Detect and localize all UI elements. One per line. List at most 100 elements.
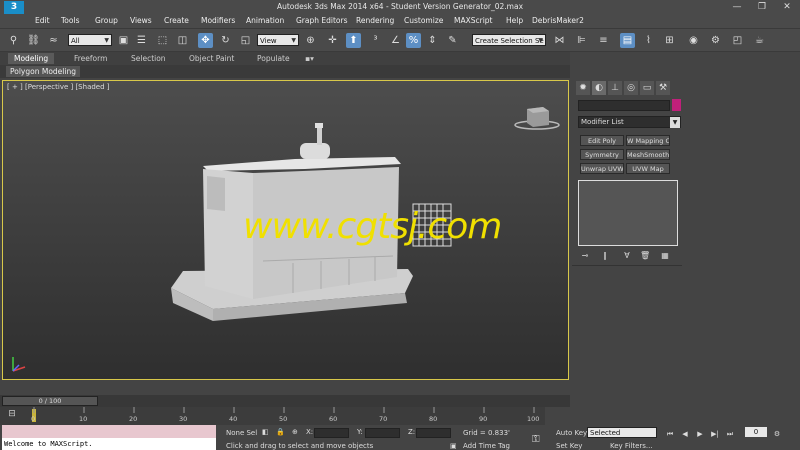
select-by-name-icon[interactable]: ☰ xyxy=(134,33,149,48)
utilities-tab-icon[interactable]: ⚒ xyxy=(656,81,670,95)
select-and-scale-icon[interactable]: ◱ xyxy=(238,33,253,48)
close-button[interactable]: ✕ xyxy=(775,0,799,15)
time-configuration-icon[interactable]: ⚙ xyxy=(772,429,782,439)
exhaust-muffler[interactable] xyxy=(300,123,330,159)
set-key-button[interactable]: Set Key xyxy=(556,442,582,450)
modifier-list-dropdown[interactable]: Modifier List ▼ xyxy=(578,116,681,128)
display-tab-icon[interactable]: ▭ xyxy=(640,81,654,95)
align-icon[interactable]: ⊫ xyxy=(574,33,589,48)
menu-customize[interactable]: Customize xyxy=(404,16,443,25)
create-tab-icon[interactable]: ✹ xyxy=(576,81,590,95)
remove-modifier-icon[interactable]: 🗑 xyxy=(640,250,650,261)
go-to-start-icon[interactable]: ⏮ xyxy=(665,429,675,439)
unwrap-uvw-button[interactable]: Unwrap UVW xyxy=(580,163,624,174)
edit-named-selection-icon[interactable]: ✎ xyxy=(445,33,460,48)
selection-filter-dropdown[interactable]: All ▼ xyxy=(68,34,112,46)
play-icon[interactable]: ▶ xyxy=(695,429,705,439)
hierarchy-tab-icon[interactable]: ⊥ xyxy=(608,81,622,95)
meshsmooth-button[interactable]: MeshSmooth xyxy=(626,149,670,160)
pin-stack-icon[interactable]: ⊸ xyxy=(580,250,590,261)
key-icon[interactable]: ⚿ xyxy=(532,434,540,445)
keyboard-shortcut-override-icon[interactable]: ⬆ xyxy=(346,33,361,48)
polygon-modeling-panel[interactable]: Polygon Modeling xyxy=(6,66,80,77)
maxscript-mini-listener[interactable] xyxy=(2,425,216,438)
isolate-selection-icon[interactable]: ◧ xyxy=(262,428,269,436)
curve-editor-icon[interactable]: ⌇ xyxy=(641,33,656,48)
z-coordinate-field[interactable] xyxy=(416,428,451,438)
bind-space-warp-icon[interactable]: ≈ xyxy=(46,33,61,48)
menu-debrismaker2[interactable]: DebrisMaker2 xyxy=(532,16,584,25)
key-filters-button[interactable]: Key Filters... xyxy=(610,442,653,450)
show-end-result-icon[interactable]: ∥ xyxy=(600,250,610,261)
modifier-stack[interactable] xyxy=(578,180,678,246)
material-editor-icon[interactable]: ◉ xyxy=(686,33,701,48)
mini-curve-editor-icon[interactable]: ⊟ xyxy=(4,409,20,421)
unlink-icon[interactable]: ⛓ xyxy=(26,33,41,48)
rendered-frame-window-icon[interactable]: ◰ xyxy=(730,33,745,48)
object-color-swatch[interactable] xyxy=(672,99,681,111)
menu-tools[interactable]: Tools xyxy=(61,16,79,25)
x-coordinate-field[interactable] xyxy=(314,428,349,438)
tab-freeform[interactable]: Freeform xyxy=(74,54,107,63)
absolute-transform-icon[interactable]: ⊕ xyxy=(292,428,298,436)
modify-tab-icon[interactable]: ◐ xyxy=(592,81,606,95)
symmetry-button[interactable]: Symmetry xyxy=(580,149,624,160)
menu-modifiers[interactable]: Modifiers xyxy=(201,16,235,25)
edit-poly-button[interactable]: Edit Poly xyxy=(580,135,624,146)
pivot-center-icon[interactable]: ⊕ xyxy=(303,33,318,48)
menu-rendering[interactable]: Rendering xyxy=(356,16,394,25)
named-selection-dropdown[interactable]: Create Selection Se ▼ xyxy=(472,34,546,46)
tab-modeling[interactable]: Modeling xyxy=(8,53,55,64)
tab-selection[interactable]: Selection xyxy=(131,54,166,63)
reference-coordinate-dropdown[interactable]: View ▼ xyxy=(257,34,299,46)
viewcube-icon[interactable] xyxy=(514,107,560,130)
mirror-icon[interactable]: ⋈ xyxy=(552,33,567,48)
menu-maxscript[interactable]: MAXScript xyxy=(454,16,493,25)
tab-populate[interactable]: Populate xyxy=(257,54,290,63)
time-slider[interactable]: 0 / 100 xyxy=(2,396,98,406)
ribbon-options-icon[interactable]: ▪▾ xyxy=(305,54,314,63)
previous-frame-icon[interactable]: ◀ xyxy=(680,429,690,439)
menu-animation[interactable]: Animation xyxy=(246,16,284,25)
maxscript-output[interactable]: Welcome to MAXScript. xyxy=(2,438,216,450)
render-production-icon[interactable]: ☕ xyxy=(752,33,767,48)
next-frame-icon[interactable]: ▶| xyxy=(710,429,720,439)
add-time-tag[interactable]: Add Time Tag xyxy=(463,442,510,450)
uvw-map-button[interactable]: UVW Map xyxy=(626,163,670,174)
minimize-button[interactable]: — xyxy=(725,0,749,15)
perspective-viewport[interactable]: [ + ] [Perspective ] [Shaded ] www.cgtsj… xyxy=(2,80,569,380)
tab-object-paint[interactable]: Object Paint xyxy=(189,54,234,63)
go-to-end-icon[interactable]: ⏭ xyxy=(725,429,735,439)
uvw-mapping-clear-button[interactable]: W Mapping Cl xyxy=(626,135,670,146)
select-and-move-icon[interactable]: ✥ xyxy=(198,33,213,48)
menu-graph-editors[interactable]: Graph Editors xyxy=(296,16,348,25)
object-name-field[interactable] xyxy=(578,100,670,111)
link-icon[interactable]: ⚲ xyxy=(6,33,21,48)
selection-lock-icon[interactable]: 🔒 xyxy=(276,428,285,436)
select-object-icon[interactable]: ▣ xyxy=(116,33,131,48)
menu-help[interactable]: Help xyxy=(506,16,523,25)
y-coordinate-field[interactable] xyxy=(365,428,400,438)
time-tag-icon[interactable]: ▣ xyxy=(450,442,457,450)
key-selection-dropdown[interactable]: Selected xyxy=(587,427,657,438)
auto-key-button[interactable]: Auto Key xyxy=(556,429,587,437)
render-setup-icon[interactable]: ⚙ xyxy=(708,33,723,48)
menu-edit[interactable]: Edit xyxy=(35,16,50,25)
select-and-rotate-icon[interactable]: ↻ xyxy=(218,33,233,48)
menu-views[interactable]: Views xyxy=(130,16,152,25)
select-and-manipulate-icon[interactable]: ✛ xyxy=(325,33,340,48)
menu-group[interactable]: Group xyxy=(95,16,118,25)
layer-manager-icon[interactable]: ≡ xyxy=(596,33,611,48)
snaps-toggle-icon[interactable]: ³ xyxy=(368,33,383,48)
angle-snap-icon[interactable]: ∠ xyxy=(388,33,403,48)
schematic-view-icon[interactable]: ⊞ xyxy=(662,33,677,48)
window-crossing-icon[interactable]: ◫ xyxy=(175,33,190,48)
spinner-snap-icon[interactable]: ⇕ xyxy=(425,33,440,48)
percent-snap-icon[interactable]: % xyxy=(406,33,421,48)
track-bar[interactable]: 0 10 20 30 40 50 60 70 80 90 100 xyxy=(0,407,545,425)
graphite-ribbon-icon[interactable]: ▤ xyxy=(620,33,635,48)
configure-modifier-sets-icon[interactable]: ▦ xyxy=(660,250,670,261)
make-unique-icon[interactable]: ∀ xyxy=(622,250,632,261)
motion-tab-icon[interactable]: ◎ xyxy=(624,81,638,95)
maximize-button[interactable]: ❐ xyxy=(750,0,774,15)
